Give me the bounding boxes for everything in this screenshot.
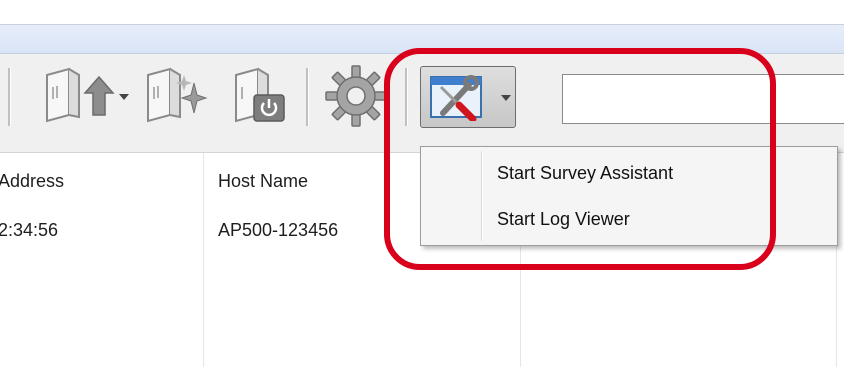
- column-divider: [203, 153, 204, 367]
- menu-icon-gutter: [481, 151, 483, 241]
- cell-host-name[interactable]: AP500-123456: [218, 203, 338, 253]
- tools-menu-button[interactable]: [420, 66, 516, 128]
- chevron-down-icon[interactable]: [501, 95, 511, 101]
- toolbar-separator: [405, 68, 408, 126]
- toolbar-separator: [306, 68, 309, 126]
- title-bar: [0, 25, 844, 54]
- discover-device-icon: [142, 65, 208, 127]
- settings-gear-icon: [323, 63, 389, 129]
- tools-dropdown-menu: Start Survey Assistant Start Log Viewer: [420, 146, 838, 246]
- chevron-down-icon[interactable]: [119, 94, 129, 100]
- settings-button[interactable]: [320, 64, 392, 128]
- toolbar-separator: [8, 68, 11, 126]
- window-top-edge: [0, 0, 844, 25]
- upload-firmware-icon: [39, 65, 115, 127]
- discover-device-button[interactable]: [140, 64, 210, 128]
- column-header-address[interactable]: Address: [0, 153, 64, 203]
- menu-item-start-log-viewer[interactable]: Start Log Viewer: [493, 199, 634, 239]
- search-input[interactable]: [562, 74, 844, 124]
- column-header-host-name[interactable]: Host Name: [218, 153, 308, 203]
- tools-wrench-screwdriver-icon: [429, 73, 487, 126]
- menu-item-start-survey-assistant[interactable]: Start Survey Assistant: [493, 153, 677, 193]
- upload-firmware-button[interactable]: [22, 64, 132, 128]
- toolbar: [0, 54, 844, 153]
- reboot-device-button[interactable]: [228, 64, 292, 128]
- cell-address[interactable]: 2:34:56: [0, 203, 58, 253]
- reboot-device-icon: [230, 65, 290, 127]
